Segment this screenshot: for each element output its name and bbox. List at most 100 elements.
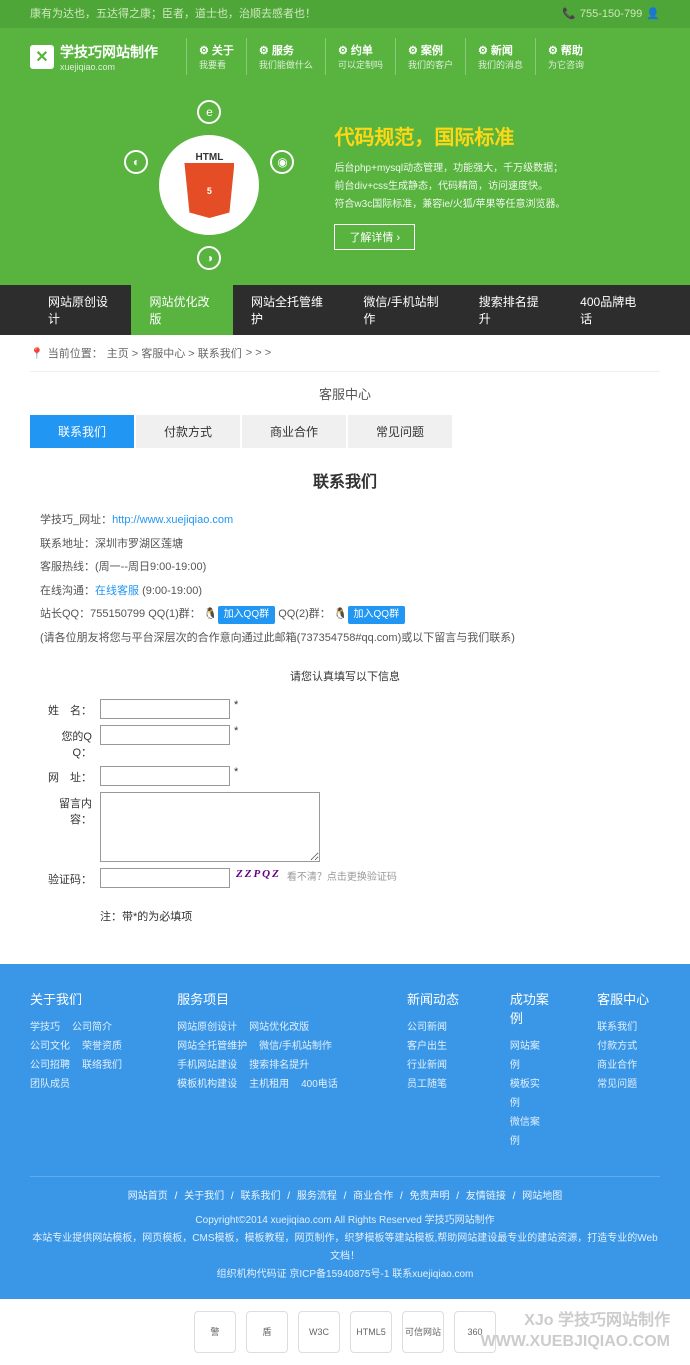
- footer-link[interactable]: 商业合作: [597, 1056, 637, 1075]
- footer-link[interactable]: 微信/手机站制作: [259, 1037, 332, 1056]
- footer-bottom-link[interactable]: 关于我们: [184, 1191, 224, 1202]
- footer-bottom-link[interactable]: 网站首页: [128, 1191, 168, 1202]
- tabs: 联系我们付款方式商业合作常见问题: [30, 415, 660, 448]
- footer-link[interactable]: 联络我们: [82, 1056, 122, 1075]
- subnav-item-2[interactable]: 网站全托管维护: [233, 285, 345, 335]
- footer-col-4: 客服中心联系我们付款方式商业合作常见问题: [597, 989, 660, 1151]
- footer-link[interactable]: 客户出生: [407, 1037, 447, 1056]
- footer-link[interactable]: 学技巧: [30, 1018, 60, 1037]
- trust-badge-icon[interactable]: 盾: [246, 1311, 288, 1353]
- subnav-item-3[interactable]: 微信/手机站制作: [345, 285, 460, 335]
- subnav-item-5[interactable]: 400品牌电话: [562, 285, 660, 335]
- form-note: 注：带*的为必填项: [100, 908, 650, 924]
- captcha-refresh-link[interactable]: 看不清？点击更换验证码: [287, 868, 397, 883]
- trust-badge-icon[interactable]: W3C: [298, 1311, 340, 1353]
- footer-link[interactable]: 付款方式: [597, 1037, 637, 1056]
- url-input[interactable]: [100, 766, 230, 786]
- footer-link[interactable]: 公司文化: [30, 1037, 70, 1056]
- subnav-item-0[interactable]: 网站原创设计: [30, 285, 131, 335]
- footer-bottom-link[interactable]: 商业合作: [353, 1191, 393, 1202]
- html5-shield-icon: 5: [184, 163, 234, 218]
- footer-link[interactable]: 模板机构建设: [177, 1075, 237, 1094]
- footer-bottom-link[interactable]: 免责声明: [410, 1191, 450, 1202]
- footer-link[interactable]: 模板实例: [510, 1075, 545, 1113]
- breadcrumb: 📍 当前位置： 主页 > 客服中心 > 联系我们 > > >: [30, 335, 660, 372]
- tab-0[interactable]: 联系我们: [30, 415, 134, 448]
- form-title: 请您认真填写以下信息: [40, 668, 650, 684]
- footer-link[interactable]: 搜索排名提升: [249, 1056, 309, 1075]
- footer-col-1: 服务项目网站原创设计网站优化改版网站全托管维护微信/手机站制作手机网站建设搜索排…: [177, 989, 367, 1151]
- footer-links: 网站首页 / 关于我们 / 联系我们 / 服务流程 / 商业合作 / 免责声明 …: [30, 1176, 660, 1212]
- footer-col-2: 新闻动态公司新闻客户出生行业新闻员工随笔: [407, 989, 470, 1151]
- nav-item-4[interactable]: ⚙ 新闻我们的消息: [465, 38, 535, 75]
- pin-icon: 📍: [30, 347, 44, 360]
- footer-link[interactable]: 主机租用: [249, 1075, 289, 1094]
- firefox-icon: ◐: [124, 150, 148, 174]
- logo-icon: ✕: [30, 45, 54, 69]
- footer-link[interactable]: 公司新闻: [407, 1018, 447, 1037]
- footer-link[interactable]: 员工随笔: [407, 1075, 447, 1094]
- subnav-item-1[interactable]: 网站优化改版: [131, 285, 232, 335]
- breadcrumb-link[interactable]: 联系我们: [198, 348, 242, 360]
- user-icon[interactable]: 👤: [646, 0, 660, 28]
- tab-3[interactable]: 常见问题: [348, 415, 452, 448]
- subnav-item-4[interactable]: 搜索排名提升: [461, 285, 562, 335]
- captcha-image[interactable]: ZZPQZ: [236, 868, 281, 880]
- trust-badge-icon[interactable]: HTML5: [350, 1311, 392, 1353]
- nav-item-1[interactable]: ⚙ 服务我们能做什么: [246, 38, 325, 75]
- breadcrumb-link[interactable]: 客服中心: [141, 348, 185, 360]
- trust-badge-icon[interactable]: 警: [194, 1311, 236, 1353]
- footer-bottom-link[interactable]: 服务流程: [297, 1191, 337, 1202]
- footer-bottom-link[interactable]: 友情链接: [466, 1191, 506, 1202]
- trust-badges: 警盾W3CHTML5可信网站360 XJo 学技巧网站制作 WWW.XUEBJI…: [0, 1299, 690, 1365]
- footer-link[interactable]: 公司简介: [72, 1018, 112, 1037]
- captcha-input[interactable]: [100, 868, 230, 888]
- qq-group1-button[interactable]: 加入QQ群: [218, 606, 276, 624]
- footer-bottom-link[interactable]: 联系我们: [240, 1191, 280, 1202]
- online-service-link[interactable]: 在线客服: [95, 585, 139, 597]
- footer-link[interactable]: 公司招聘: [30, 1056, 70, 1075]
- footer-link[interactable]: 网站原创设计: [177, 1018, 237, 1037]
- footer-link[interactable]: 团队成员: [30, 1075, 70, 1094]
- footer-link[interactable]: 常见问题: [597, 1075, 637, 1094]
- footer-bottom-link[interactable]: 网站地图: [522, 1191, 562, 1202]
- header: ✕ 学技巧网站制作 xuejiqiao.com ⚙ 关于我要看⚙ 服务我们能做什…: [0, 28, 690, 85]
- logo[interactable]: ✕ 学技巧网站制作 xuejiqiao.com: [30, 42, 158, 72]
- section-title: 客服中心: [30, 372, 660, 415]
- footer: 关于我们学技巧公司简介公司文化荣誉资质公司招聘联络我们团队成员服务项目网站原创设…: [0, 964, 690, 1299]
- footer-link[interactable]: 行业新闻: [407, 1056, 447, 1075]
- sub-navigation: 网站原创设计网站优化改版网站全托管维护微信/手机站制作搜索排名提升400品牌电话: [0, 285, 690, 335]
- qq-input[interactable]: [100, 725, 230, 745]
- footer-link[interactable]: 手机网站建设: [177, 1056, 237, 1075]
- footer-link[interactable]: 网站优化改版: [249, 1018, 309, 1037]
- footer-link[interactable]: 400电话: [301, 1075, 338, 1094]
- hero-banner: e ◉ ◑ ◐ HTML 5 代码规范，国际标准 后台php+mysql动态管理…: [0, 85, 690, 285]
- top-phone[interactable]: 📞 755-150-799 👤: [562, 0, 660, 28]
- message-textarea[interactable]: [100, 792, 320, 862]
- qq-group2-button[interactable]: 加入QQ群: [348, 606, 406, 624]
- hero-detail-button[interactable]: 了解详情 ›: [334, 224, 415, 250]
- footer-link[interactable]: 微信案例: [510, 1113, 545, 1151]
- breadcrumb-link[interactable]: 主页: [107, 348, 129, 360]
- watermark: XJo 学技巧网站制作 WWW.XUEBJIQIAO.COM: [481, 1311, 670, 1353]
- nav-item-3[interactable]: ⚙ 案例我们的客户: [395, 38, 465, 75]
- footer-link[interactable]: 网站案例: [510, 1037, 545, 1075]
- trust-badge-icon[interactable]: 可信网站: [402, 1311, 444, 1353]
- name-input[interactable]: [100, 699, 230, 719]
- nav-item-2[interactable]: ⚙ 约单可以定制吗: [325, 38, 395, 75]
- chrome-icon: ◑: [197, 246, 221, 270]
- nav-item-0[interactable]: ⚙ 关于我要看: [186, 38, 246, 75]
- footer-col-0: 关于我们学技巧公司简介公司文化荣誉资质公司招聘联络我们团队成员: [30, 989, 137, 1151]
- qq-icon: 🐧: [334, 608, 348, 620]
- hero-title: 代码规范，国际标准: [334, 121, 565, 150]
- nav-item-5[interactable]: ⚙ 帮助为它咨询: [535, 38, 596, 75]
- page-title: 联系我们: [40, 468, 650, 492]
- tab-2[interactable]: 商业合作: [242, 415, 346, 448]
- footer-link[interactable]: 荣誉资质: [82, 1037, 122, 1056]
- tab-1[interactable]: 付款方式: [136, 415, 240, 448]
- site-url-link[interactable]: http://www.xuejiqiao.com: [112, 514, 233, 526]
- footer-link[interactable]: 网站全托管维护: [177, 1037, 247, 1056]
- footer-link[interactable]: 联系我们: [597, 1018, 637, 1037]
- html5-badge: e ◉ ◑ ◐ HTML 5: [124, 100, 294, 270]
- footer-col-3: 成功案例网站案例模板实例微信案例: [510, 989, 557, 1151]
